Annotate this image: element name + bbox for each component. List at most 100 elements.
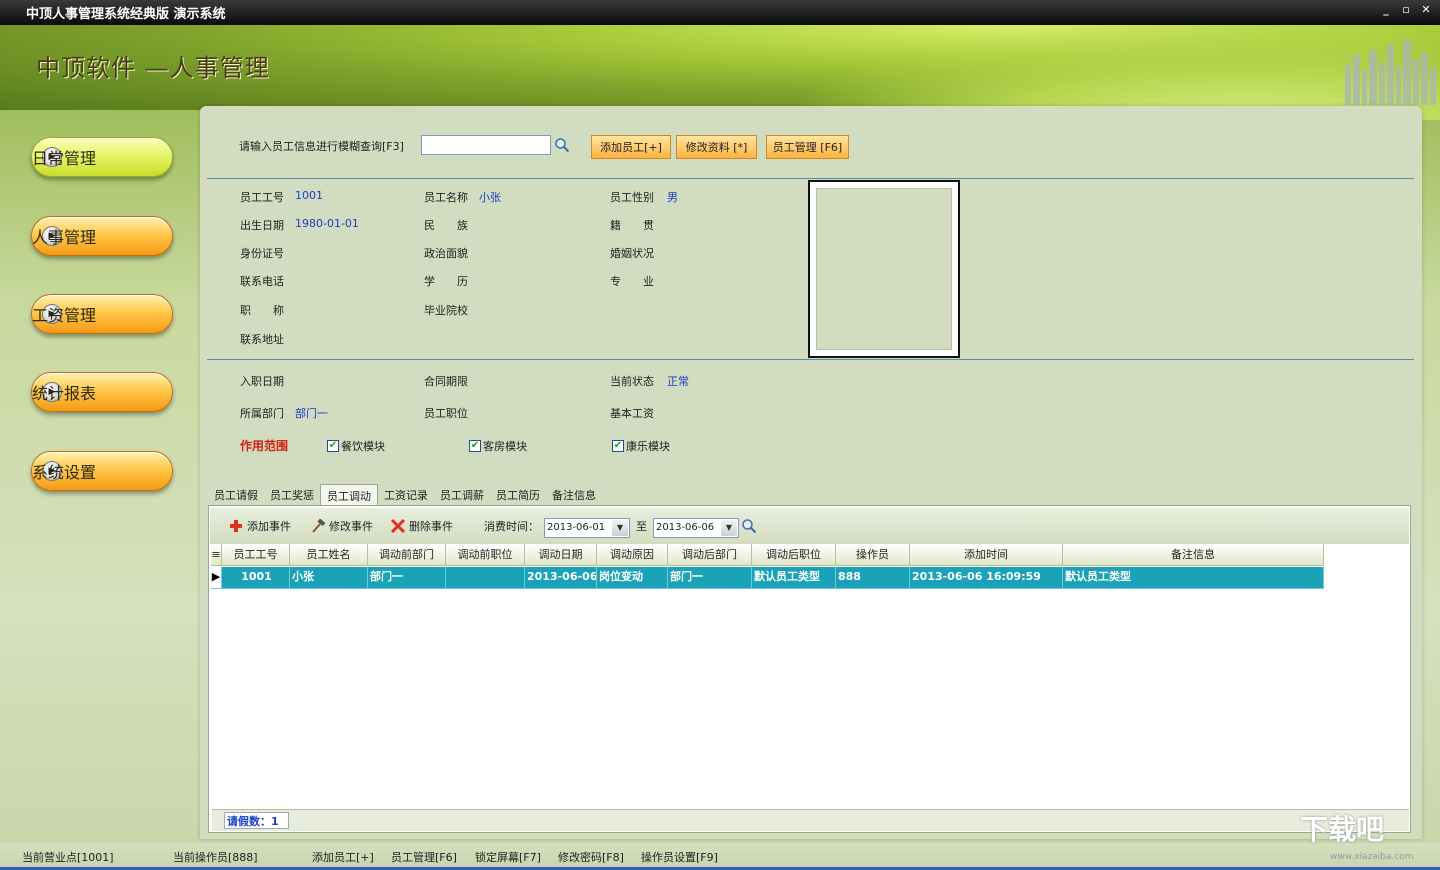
current-operator: 当前操作员[888] — [173, 851, 258, 864]
column-header[interactable]: 调动原因 — [597, 544, 668, 566]
checkbox-label: 餐饮模块 — [341, 440, 385, 453]
tab-rewards[interactable]: 员工奖惩 — [264, 484, 320, 506]
nav-statistics-reports[interactable]: ▶ 统计报表 — [31, 372, 173, 412]
title-label: 职 称 — [240, 304, 284, 317]
column-header[interactable]: 调动前部门 — [368, 544, 446, 566]
add-event-label: 添加事件 — [247, 520, 291, 533]
divider — [207, 178, 1414, 179]
plus-icon — [230, 520, 242, 532]
column-header[interactable]: 调动日期 — [525, 544, 597, 566]
search-icon[interactable] — [554, 137, 570, 153]
delete-event-button[interactable]: 删除事件 — [390, 518, 453, 534]
column-header[interactable]: 添加时间 — [910, 544, 1063, 566]
nav-daily-management[interactable]: ▶ 日常管理 — [31, 137, 173, 177]
nav-label: 工资管理 — [32, 306, 97, 325]
nav-system-settings[interactable]: ▶ 系统设置 — [31, 451, 173, 491]
tab-salary-records[interactable]: 工资记录 — [378, 484, 434, 506]
tab-transfer[interactable]: 员工调动 — [320, 484, 378, 506]
nav-label: 日常管理 — [32, 149, 97, 168]
watermark-text: 下载吧 — [1300, 813, 1385, 846]
row-indicator-header: ≡ — [211, 544, 222, 566]
grid-header: ≡ 员工工号 员工姓名 调动前部门 调动前职位 调动日期 调动原因 调动后部门 … — [211, 544, 1324, 566]
row-pointer-icon: ▶ — [211, 567, 222, 589]
column-header[interactable]: 员工工号 — [222, 544, 290, 566]
birth-label: 出生日期 — [240, 219, 284, 232]
table-cell — [446, 567, 525, 589]
emp-no-value: 1001 — [295, 189, 323, 202]
nav-payroll-management[interactable]: ▶ 工资管理 — [31, 294, 173, 334]
restore-icon[interactable]: ▫ — [1400, 3, 1412, 16]
column-header[interactable]: 员工姓名 — [290, 544, 368, 566]
id-label: 身份证号 — [240, 247, 284, 260]
emp-no-label: 员工工号 — [240, 191, 284, 204]
edit-event-button[interactable]: 修改事件 — [310, 518, 373, 534]
birth-value: 1980-01-01 — [295, 217, 359, 230]
table-cell: 部门一 — [368, 567, 446, 589]
table-cell: 默认员工类型 — [752, 567, 836, 589]
period-label: 消费时间： — [484, 520, 539, 533]
native-label: 籍 贯 — [610, 219, 654, 232]
table-cell: 2013-06-06 16:09:59 — [910, 567, 1063, 589]
contract-label: 合同期限 — [424, 375, 468, 388]
add-event-button[interactable]: 添加事件 — [228, 518, 291, 534]
tab-leave[interactable]: 员工请假 — [208, 484, 264, 506]
edit-info-button[interactable]: 修改资料 [*] — [676, 135, 757, 159]
minimize-icon[interactable]: _ — [1380, 3, 1392, 16]
window-title: 中顶人事管理系统经典版 演示系统 — [26, 7, 226, 22]
checkbox-checked-icon: ✔ — [612, 440, 624, 452]
brand-title: 中顶软件 —人事管理 — [36, 54, 270, 82]
checkbox-label: 客房模块 — [483, 440, 527, 453]
nav-label: 系统设置 — [32, 463, 97, 482]
nav-hr-management[interactable]: ▶ 人事管理 — [31, 216, 173, 256]
add-employee-button[interactable]: 添加员工[+] — [591, 135, 671, 159]
module-rooms-checkbox[interactable]: ✔ 客房模块 — [469, 438, 527, 454]
photo-placeholder — [816, 188, 952, 350]
module-dining-checkbox[interactable]: ✔ 餐饮模块 — [327, 438, 385, 454]
date-from-picker[interactable]: 2013-06-01 ▼ — [544, 518, 630, 538]
nav-label: 人事管理 — [32, 228, 97, 247]
hammer-icon — [312, 519, 326, 533]
record-tabs: 员工请假 员工奖惩 员工调动 工资记录 员工调薪 员工简历 备注信息 — [208, 484, 602, 506]
status-lock-screen[interactable]: 锁定屏幕[F7] — [475, 849, 541, 865]
emp-name-value: 小张 — [479, 191, 501, 204]
tab-salary-adjust[interactable]: 员工调薪 — [434, 484, 490, 506]
delete-x-icon — [390, 519, 406, 533]
table-cell: 888 — [836, 567, 910, 589]
watermark-url: www.xiazaiba.com — [1330, 852, 1414, 862]
module-recreation-checkbox[interactable]: ✔ 康乐模块 — [612, 438, 670, 454]
column-header[interactable]: 调动前职位 — [446, 544, 525, 566]
gender-value: 男 — [667, 191, 678, 204]
status-operator-settings[interactable]: 操作员设置[F9] — [641, 849, 718, 865]
salary-label: 基本工资 — [610, 407, 654, 420]
divider — [207, 359, 1414, 360]
date-from-value: 2013-06-01 — [547, 522, 606, 533]
gender-label: 员工性别 — [610, 191, 654, 204]
hire-date-label: 入职日期 — [240, 375, 284, 388]
column-header[interactable]: 调动后部门 — [668, 544, 752, 566]
tab-notes[interactable]: 备注信息 — [546, 484, 602, 506]
status-employee-mgmt[interactable]: 员工管理[F6] — [391, 849, 457, 865]
status-add-employee[interactable]: 添加员工[+] — [312, 849, 374, 865]
status-change-password[interactable]: 修改密码[F8] — [558, 849, 624, 865]
table-row[interactable]: ▶ 1001 小张 部门一 2013-06-06 岗位变动 部门一 默认员工类型… — [211, 567, 1324, 589]
table-cell: 2013-06-06 — [525, 567, 597, 589]
search-input[interactable] — [421, 135, 551, 155]
search-icon[interactable] — [741, 518, 757, 534]
date-to-value: 2013-06-06 — [656, 522, 715, 533]
address-label: 联系地址 — [240, 333, 284, 346]
scope-label: 作用范围 — [240, 439, 289, 453]
date-to-picker[interactable]: 2013-06-06 ▼ — [653, 518, 739, 538]
employee-management-button[interactable]: 员工管理 [F6] — [766, 135, 849, 159]
column-header[interactable]: 调动后职位 — [752, 544, 836, 566]
political-label: 政治面貌 — [424, 247, 468, 260]
chevron-down-icon: ▼ — [612, 520, 628, 536]
table-cell: 默认员工类型 — [1063, 567, 1324, 589]
leave-count: 请假数：1 — [224, 812, 289, 829]
close-icon[interactable]: ✕ — [1420, 3, 1432, 16]
employee-photo[interactable] — [808, 180, 960, 358]
table-cell: 岗位变动 — [597, 567, 668, 589]
checkbox-label: 康乐模块 — [626, 440, 670, 453]
tab-resume[interactable]: 员工简历 — [490, 484, 546, 506]
column-header[interactable]: 操作员 — [836, 544, 910, 566]
column-header[interactable]: 备注信息 — [1063, 544, 1324, 566]
